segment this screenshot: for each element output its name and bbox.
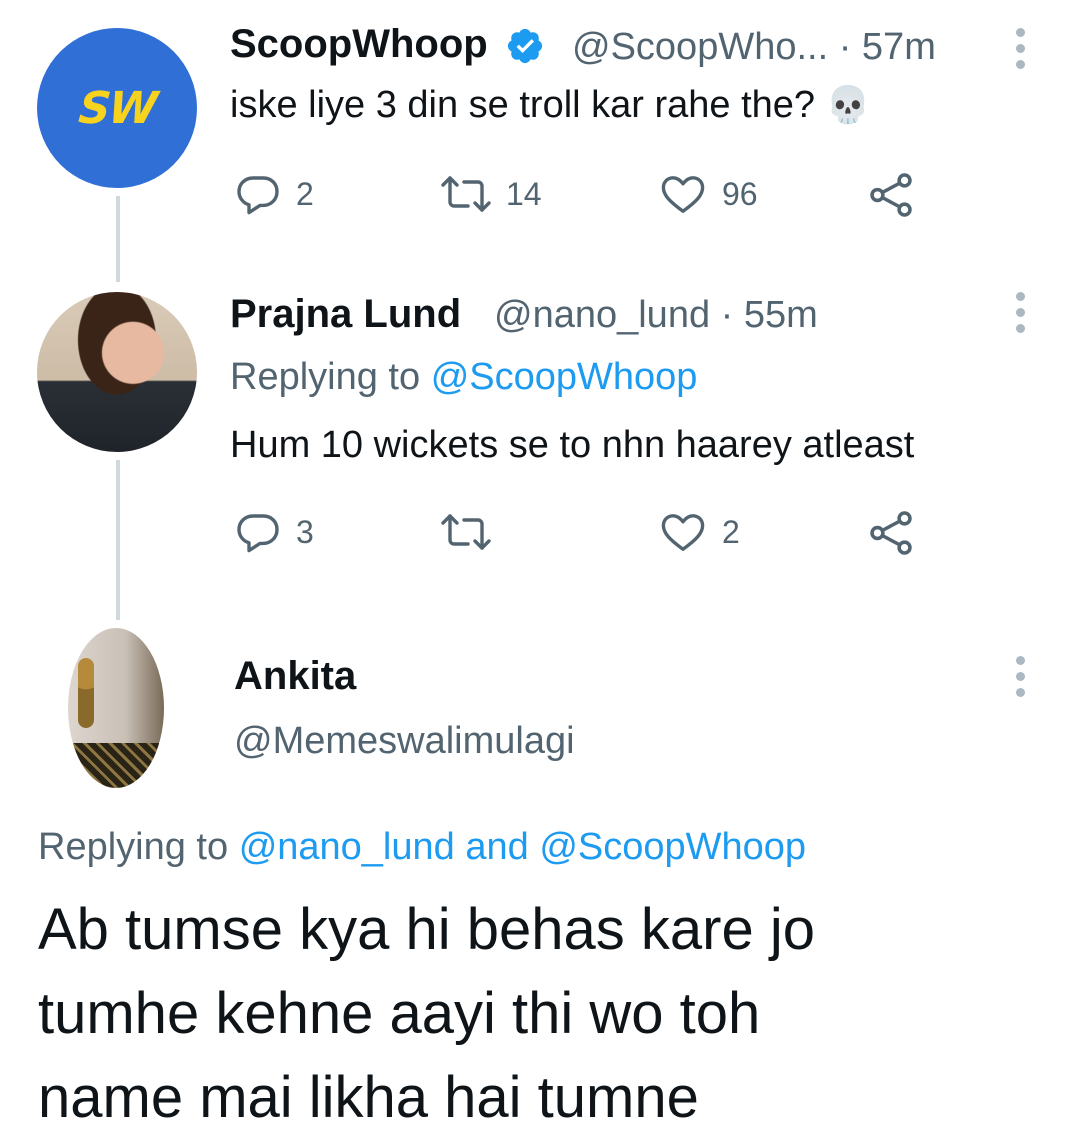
avatar-logo: SW xyxy=(76,82,158,134)
like-count: 96 xyxy=(722,175,758,212)
author-name: ScoopWhoop xyxy=(230,22,545,67)
author-handle[interactable]: @Memeswalimulagi xyxy=(234,720,575,763)
avatar-earring xyxy=(78,658,94,728)
avatar-clothing xyxy=(68,743,164,788)
reply-button[interactable]: 3 xyxy=(234,508,314,556)
avatar[interactable] xyxy=(37,292,197,452)
share-button[interactable] xyxy=(866,508,916,558)
tweet-text-line: tumhe kehne aayi thi wo toh xyxy=(38,981,761,1046)
verified-badge-icon xyxy=(507,29,542,64)
author-handle[interactable]: @ScoopWho... xyxy=(572,26,828,68)
reply-count: 3 xyxy=(296,513,314,550)
more-icon[interactable] xyxy=(1014,28,1026,69)
replying-and: and xyxy=(465,826,529,868)
separator-dot: · xyxy=(838,26,852,68)
more-icon[interactable] xyxy=(1014,656,1026,697)
replying-to-link-1[interactable]: @nano_lund xyxy=(239,826,455,868)
tweet-text: Ab tumse kya hi behas kare jo tumhe kehn… xyxy=(38,888,815,1140)
replying-to: Replying to @nano_lund and @ScoopWhoop xyxy=(38,826,806,869)
retweet-button[interactable]: 14 xyxy=(440,170,542,218)
separator-dot: · xyxy=(720,294,734,336)
tweet-text-line: Ab tumse kya hi behas kare jo xyxy=(38,897,815,962)
like-icon xyxy=(661,176,705,213)
tweet-text: iske liye 3 din se troll kar rahe the? 💀 xyxy=(230,84,870,127)
retweet-button[interactable] xyxy=(440,508,506,556)
like-button[interactable]: 96 xyxy=(658,170,758,218)
share-icon xyxy=(870,511,912,555)
tweet-text-content: iske liye 3 din se troll kar rahe the? xyxy=(230,84,816,126)
share-button[interactable] xyxy=(866,170,916,220)
like-count: 2 xyxy=(722,513,740,550)
tweet-text-line: name mai likha hai tumne xyxy=(38,1065,699,1130)
author-handle[interactable]: @nano_lund xyxy=(494,294,710,336)
timestamp[interactable]: 55m xyxy=(744,294,818,336)
share-icon xyxy=(870,173,912,217)
timestamp[interactable]: 57m xyxy=(862,26,936,68)
replying-to-link-2[interactable]: @ScoopWhoop xyxy=(539,826,806,868)
replying-to: Replying to @ScoopWhoop xyxy=(230,356,697,399)
reply-icon xyxy=(237,514,279,553)
avatar[interactable] xyxy=(68,628,164,788)
skull-emoji: 💀 xyxy=(825,85,871,126)
reply-count: 2 xyxy=(296,175,314,212)
reply-icon xyxy=(237,176,279,215)
retweet-icon xyxy=(441,176,491,212)
tweet-text: Hum 10 wickets se to nhn haarey atleast xyxy=(230,424,915,466)
author-name[interactable]: Prajna Lund xyxy=(230,292,461,337)
replying-prefix: Replying to xyxy=(230,356,421,398)
thread-line xyxy=(116,196,120,282)
thread-line xyxy=(116,460,120,620)
retweet-icon xyxy=(441,514,491,550)
author-name[interactable]: Ankita xyxy=(234,654,356,699)
author-name-text[interactable]: ScoopWhoop xyxy=(230,22,488,66)
avatar[interactable]: SW xyxy=(37,28,197,188)
like-icon xyxy=(661,514,705,551)
like-button[interactable]: 2 xyxy=(658,508,740,556)
retweet-count: 14 xyxy=(506,175,542,212)
reply-button[interactable]: 2 xyxy=(234,170,314,218)
replying-to-link[interactable]: @ScoopWhoop xyxy=(431,356,698,398)
replying-prefix: Replying to xyxy=(38,826,229,868)
more-icon[interactable] xyxy=(1014,292,1026,333)
